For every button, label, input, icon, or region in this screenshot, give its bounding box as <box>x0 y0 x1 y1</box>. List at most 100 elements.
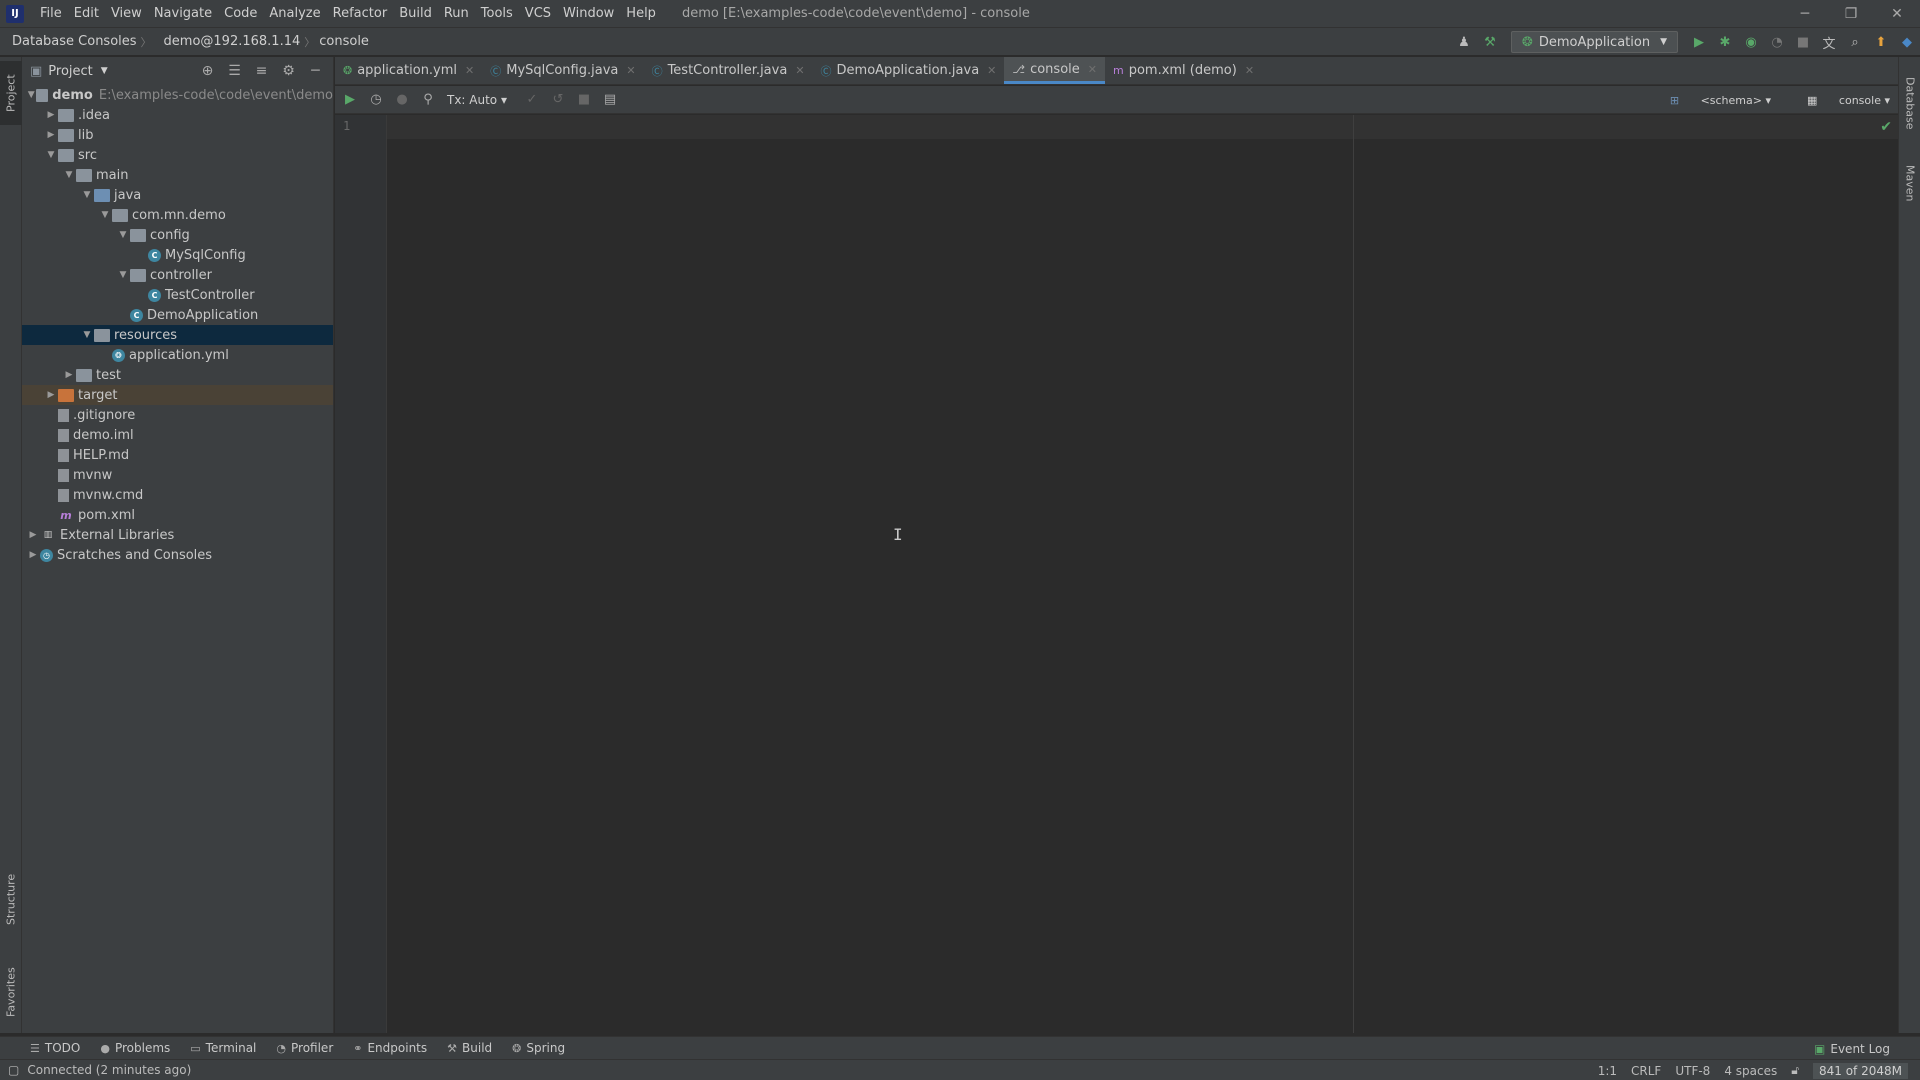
expanded-arrow-icon[interactable]: ▼ <box>98 210 112 220</box>
transaction-mode-select[interactable]: Tx: Auto ▾ <box>447 93 507 107</box>
history-icon[interactable]: ◷ <box>363 92 389 107</box>
translate-icon[interactable]: 文 <box>1816 28 1842 56</box>
collapse-all-icon[interactable]: ≡ <box>248 63 275 79</box>
editor-tab[interactable]: ❂ application.yml ✕ <box>335 57 482 84</box>
settings-wrench-icon[interactable]: ⚲ <box>415 92 441 107</box>
run-configuration-select[interactable]: ❂ DemoApplication ▼ <box>1510 31 1678 53</box>
breadcrumb-datasource[interactable]: demo@192.168.1.14 <box>152 34 305 49</box>
menu-navigate[interactable]: Navigate <box>148 6 218 21</box>
menu-vcs[interactable]: VCS <box>519 6 557 21</box>
editor-tab[interactable]: m pom.xml (demo) ✕ <box>1105 57 1262 84</box>
commit-icon[interactable]: ✓ <box>519 92 545 107</box>
menu-tools[interactable]: Tools <box>475 6 519 21</box>
project-view-select[interactable]: Project <box>48 64 92 79</box>
menu-file[interactable]: File <box>34 6 68 21</box>
debug-icon[interactable]: ✱ <box>1712 28 1738 56</box>
search-icon[interactable]: ⌕ <box>1842 28 1868 56</box>
menu-refactor[interactable]: Refactor <box>327 6 394 21</box>
event-log-tab[interactable]: ▣ Event Log <box>1814 1037 1890 1060</box>
expanded-arrow-icon[interactable]: ▼ <box>62 170 76 180</box>
tree-item[interactable]: demo.iml <box>22 425 333 445</box>
locate-icon[interactable]: ⊕ <box>194 63 221 79</box>
schema-select[interactable]: ⊞ <schema> ▾ <box>1652 94 1771 107</box>
run-icon[interactable]: ▶ <box>1686 28 1712 56</box>
close-tab-icon[interactable]: ✕ <box>795 64 804 77</box>
gear-icon[interactable]: ⚙ <box>275 63 302 79</box>
build-hammer-icon[interactable]: ⚒ <box>1477 28 1503 56</box>
menu-window[interactable]: Window <box>557 6 620 21</box>
line-separator[interactable]: CRLF <box>1631 1064 1661 1078</box>
tree-item[interactable]: ▼ config <box>22 225 333 245</box>
execute-icon[interactable]: ▶ <box>337 92 363 107</box>
expanded-arrow-icon[interactable]: ▼ <box>44 150 58 160</box>
chevron-down-icon[interactable]: ▼ <box>101 66 108 76</box>
expanded-arrow-icon[interactable]: ▼ <box>116 230 130 240</box>
project-tool-tab[interactable]: Project <box>0 61 22 125</box>
tree-item[interactable]: ▼ controller <box>22 265 333 285</box>
tree-item[interactable]: ▶ .idea <box>22 105 333 125</box>
collapsed-arrow-icon[interactable]: ▶ <box>62 370 76 380</box>
tree-item[interactable]: m pom.xml <box>22 505 333 525</box>
maven-tool-tab[interactable]: Maven <box>1899 153 1920 213</box>
console-editor[interactable]: 1 ✔ I <box>335 115 1898 1033</box>
tree-item[interactable]: ▼ demo E:\examples-code\code\event\demo <box>22 85 333 105</box>
tool-tab-terminal[interactable]: ▭ Terminal <box>190 1041 256 1055</box>
minimize-button[interactable]: ─ <box>1782 0 1828 28</box>
tree-item[interactable]: ▶ ◷ Scratches and Consoles <box>22 545 333 565</box>
tool-tab-profiler[interactable]: ◔ Profiler <box>276 1041 333 1055</box>
editor-tab[interactable]: Ⓒ TestController.java ✕ <box>644 57 813 84</box>
layout-toggle-icon[interactable]: ▢ <box>8 1063 19 1077</box>
restore-button[interactable]: ❐ <box>1828 0 1874 28</box>
close-tab-icon[interactable]: ✕ <box>626 64 635 77</box>
breadcrumb-database-consoles[interactable]: Database Consoles <box>0 34 141 49</box>
close-tab-icon[interactable]: ✕ <box>987 64 996 77</box>
tool-tab-problems[interactable]: ● Problems <box>100 1041 170 1055</box>
menu-analyze[interactable]: Analyze <box>263 6 326 21</box>
menu-code[interactable]: Code <box>218 6 263 21</box>
indent-setting[interactable]: 4 spaces <box>1724 1064 1777 1078</box>
collapsed-arrow-icon[interactable]: ▶ <box>26 550 40 560</box>
tree-item[interactable]: C DemoApplication <box>22 305 333 325</box>
tool-tab-spring[interactable]: ❂ Spring <box>512 1041 565 1055</box>
close-window-button[interactable]: ✕ <box>1874 0 1920 28</box>
tree-item[interactable]: ❂ application.yml <box>22 345 333 365</box>
hide-icon[interactable]: ─ <box>302 63 329 79</box>
user-icon[interactable]: ♟ <box>1451 28 1477 56</box>
menu-view[interactable]: View <box>105 6 148 21</box>
favorites-tool-tab[interactable]: Favorites <box>0 957 22 1027</box>
tree-item[interactable]: ▼ src <box>22 145 333 165</box>
close-tab-icon[interactable]: ✕ <box>1088 63 1097 76</box>
expanded-arrow-icon[interactable]: ▼ <box>26 90 36 100</box>
memory-indicator[interactable]: 841 of 2048M <box>1813 1062 1908 1079</box>
database-tool-tab[interactable]: Database <box>1899 63 1920 143</box>
expanded-arrow-icon[interactable]: ▼ <box>80 330 94 340</box>
tree-item[interactable]: ▼ resources <box>22 325 333 345</box>
tree-item[interactable]: ▶ lib <box>22 125 333 145</box>
tool-tab-build[interactable]: ⚒ Build <box>447 1041 492 1055</box>
editor-tab[interactable]: ⎇ console ✕ <box>1004 57 1105 84</box>
menu-edit[interactable]: Edit <box>68 6 105 21</box>
tree-item[interactable]: mvnw.cmd <box>22 485 333 505</box>
structure-tool-tab[interactable]: Structure <box>0 862 22 937</box>
update-icon[interactable]: ⬆ <box>1868 28 1894 56</box>
session-select[interactable]: ▦ console ▾ <box>1789 94 1890 107</box>
file-encoding[interactable]: UTF-8 <box>1675 1064 1710 1078</box>
stop-icon[interactable]: ■ <box>571 92 597 107</box>
profile-icon[interactable]: ◔ <box>1764 28 1790 56</box>
expanded-arrow-icon[interactable]: ▼ <box>80 190 94 200</box>
collapsed-arrow-icon[interactable]: ▶ <box>44 130 58 140</box>
expand-all-icon[interactable]: ☰ <box>221 63 248 79</box>
coverage-icon[interactable]: ◉ <box>1738 28 1764 56</box>
tree-item[interactable]: ▶ target <box>22 385 333 405</box>
breadcrumb-console[interactable]: console <box>315 34 373 49</box>
collapsed-arrow-icon[interactable]: ▶ <box>26 530 40 540</box>
tree-item[interactable]: mvnw <box>22 465 333 485</box>
collapsed-arrow-icon[interactable]: ▶ <box>44 390 58 400</box>
output-table-icon[interactable]: ▤ <box>597 92 623 107</box>
status-message[interactable]: Connected (2 minutes ago) <box>27 1063 191 1077</box>
editor-tab[interactable]: Ⓒ MySqlConfig.java ✕ <box>482 57 643 84</box>
stop-icon[interactable]: ■ <box>1790 28 1816 56</box>
editor-tab[interactable]: Ⓒ DemoApplication.java ✕ <box>813 57 1005 84</box>
close-tab-icon[interactable]: ✕ <box>465 64 474 77</box>
expanded-arrow-icon[interactable]: ▼ <box>116 270 130 280</box>
